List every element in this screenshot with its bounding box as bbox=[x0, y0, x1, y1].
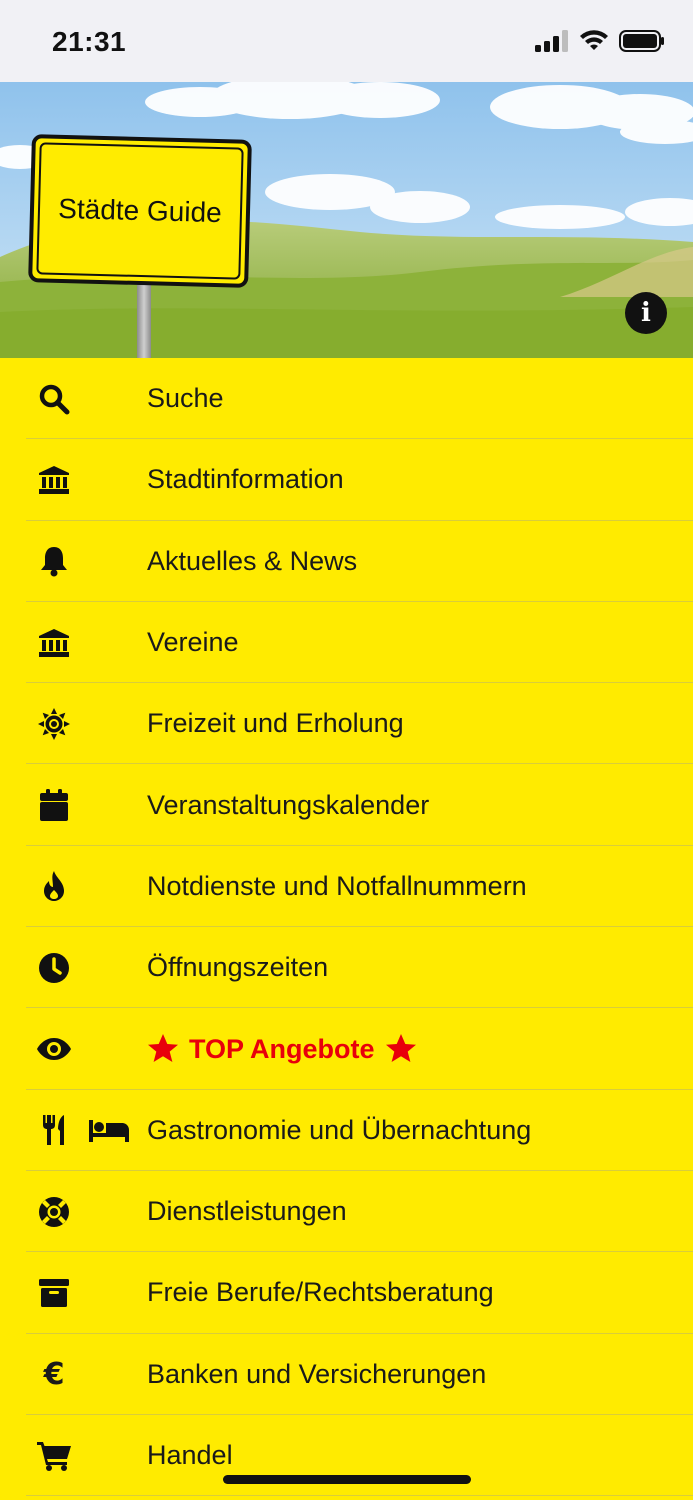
status-icons bbox=[535, 30, 665, 52]
menu-item-veranstaltungskalender[interactable]: Veranstaltungskalender bbox=[0, 764, 693, 847]
lifebuoy-icon bbox=[36, 1194, 72, 1230]
menu-item-label: Notdienste und Notfallnummern bbox=[147, 870, 527, 901]
menu-item-label: Veranstaltungskalender bbox=[147, 789, 430, 820]
menu-item-label: Freizeit und Erholung bbox=[147, 708, 404, 739]
battery-icon bbox=[619, 30, 664, 52]
menu-item-vereine[interactable]: Vereine bbox=[0, 602, 693, 684]
wifi-icon bbox=[580, 30, 608, 50]
menu-item-banken[interactable]: € Banken und Versicherungen bbox=[0, 1334, 693, 1416]
main-menu: Suche Stadtinformation Aktuelles & News … bbox=[0, 358, 693, 1497]
status-time: 21:31 bbox=[52, 26, 127, 57]
menu-item-dienstleistungen[interactable]: Dienstleistungen bbox=[0, 1171, 693, 1253]
menu-item-label: Stadtinformation bbox=[147, 464, 344, 495]
eye-icon bbox=[36, 1031, 72, 1067]
menu-item-label: Freie Berufe/Rechtsberatung bbox=[147, 1277, 494, 1308]
cart-icon bbox=[36, 1438, 72, 1474]
bell-icon bbox=[36, 543, 72, 579]
town-sign: Städte Guide bbox=[28, 134, 252, 288]
town-sign-text: Städte Guide bbox=[36, 142, 244, 280]
sign-post bbox=[137, 285, 151, 358]
menu-item-label: TOP Angebote bbox=[189, 1033, 375, 1064]
signal-icon bbox=[535, 30, 568, 52]
info-button[interactable]: i bbox=[625, 292, 667, 334]
menu-item-oeffnungszeiten[interactable]: Öffnungszeiten bbox=[0, 927, 693, 1009]
archive-icon bbox=[36, 1275, 72, 1311]
euro-icon: € bbox=[43, 1356, 65, 1392]
menu-item-label: Vereine bbox=[147, 627, 239, 658]
menu-item-gastronomie[interactable]: Gastronomie und Übernachtung bbox=[0, 1090, 693, 1172]
bed-icon bbox=[88, 1112, 130, 1148]
menu-item-label: Suche bbox=[147, 383, 224, 414]
menu-item-label: Banken und Versicherungen bbox=[147, 1358, 487, 1389]
menu-item-label: Aktuelles & News bbox=[147, 545, 358, 576]
top-offers-label-group: TOP Angebote bbox=[147, 1033, 417, 1065]
menu-item-notdienste[interactable]: Notdienste und Notfallnummern bbox=[0, 846, 693, 928]
star-icon bbox=[148, 1034, 178, 1063]
utensils-icon bbox=[36, 1112, 72, 1148]
search-icon bbox=[36, 381, 72, 417]
menu-item-freie-berufe[interactable]: Freie Berufe/Rechtsberatung bbox=[0, 1252, 693, 1334]
menu-item-label: Handel bbox=[147, 1440, 233, 1470]
status-bar: 21:31 bbox=[0, 0, 693, 82]
star-icon bbox=[385, 1034, 416, 1063]
fire-icon bbox=[36, 868, 72, 904]
home-indicator bbox=[223, 1475, 471, 1484]
menu-item-aktuelles-news[interactable]: Aktuelles & News bbox=[0, 521, 693, 603]
menu-item-label: Öffnungszeiten bbox=[147, 952, 329, 983]
calendar-icon bbox=[36, 787, 72, 823]
menu-item-suche[interactable]: Suche bbox=[0, 358, 693, 440]
header-banner: Städte Guide i bbox=[0, 82, 693, 358]
bank-icon bbox=[36, 625, 72, 661]
menu-item-top-angebote[interactable]: TOP Angebote bbox=[0, 1008, 693, 1090]
menu-item-label: Gastronomie und Übernachtung bbox=[147, 1114, 532, 1145]
menu-item-freizeit[interactable]: Freizeit und Erholung bbox=[0, 683, 693, 765]
menu-item-label: Dienstleistungen bbox=[147, 1196, 347, 1227]
menu-item-stadtinformation[interactable]: Stadtinformation bbox=[0, 439, 693, 521]
clock-icon bbox=[36, 950, 72, 986]
bank-icon bbox=[36, 462, 72, 498]
sun-icon bbox=[36, 706, 72, 742]
